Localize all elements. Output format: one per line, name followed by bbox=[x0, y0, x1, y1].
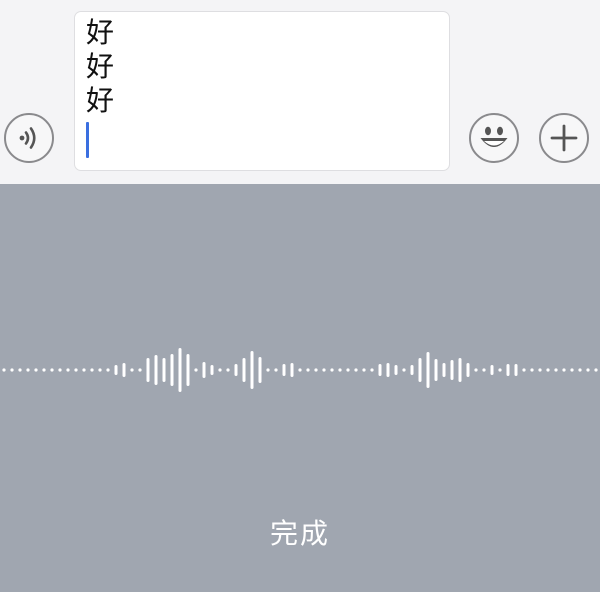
waveform-bar bbox=[514, 364, 518, 376]
waveform-dot bbox=[402, 368, 406, 372]
waveform-bar bbox=[490, 365, 494, 375]
waveform-dot bbox=[586, 368, 590, 372]
waveform-bar bbox=[506, 364, 510, 376]
waveform-dot bbox=[26, 368, 30, 372]
waveform-dot bbox=[330, 368, 334, 372]
waveform-dot bbox=[594, 368, 598, 372]
waveform-dot bbox=[298, 368, 302, 372]
waveform-dot bbox=[338, 368, 342, 372]
waveform-dot bbox=[274, 368, 278, 372]
audio-waveform bbox=[2, 348, 598, 392]
waveform-dot bbox=[578, 368, 582, 372]
waveform-bar bbox=[450, 360, 454, 380]
waveform-dot bbox=[138, 368, 142, 372]
message-line: 好 bbox=[86, 50, 115, 83]
waveform-bar bbox=[242, 358, 246, 382]
waveform-bar bbox=[410, 365, 414, 375]
done-button[interactable]: 完成 bbox=[240, 510, 360, 554]
waveform-bar bbox=[258, 357, 262, 383]
waveform-bar bbox=[458, 358, 462, 382]
waveform-bar bbox=[378, 364, 382, 376]
waveform-dot bbox=[42, 368, 46, 372]
waveform-dot bbox=[370, 368, 374, 372]
waveform-dot bbox=[18, 368, 22, 372]
waveform-bar bbox=[146, 358, 150, 382]
waveform-bar bbox=[154, 355, 158, 385]
waveform-dot bbox=[354, 368, 358, 372]
waveform-dot bbox=[322, 368, 326, 372]
waveform-dot bbox=[58, 368, 62, 372]
voice-input-panel: 完成 bbox=[0, 184, 600, 592]
waveform-dot bbox=[538, 368, 542, 372]
message-line: 好 bbox=[86, 84, 115, 117]
waveform-dot bbox=[554, 368, 558, 372]
waveform-dot bbox=[82, 368, 86, 372]
composer-bar: 好 好 好 bbox=[0, 0, 600, 184]
waveform-dot bbox=[530, 368, 534, 372]
waveform-bar bbox=[114, 365, 118, 375]
waveform-bar bbox=[186, 354, 190, 386]
waveform-dot bbox=[34, 368, 38, 372]
waveform-bar bbox=[290, 363, 294, 377]
text-cursor bbox=[86, 122, 89, 158]
smiley-icon bbox=[480, 126, 508, 147]
add-attachment-button[interactable] bbox=[539, 113, 589, 163]
waveform-bar bbox=[386, 363, 390, 377]
waveform-dot bbox=[194, 368, 198, 372]
waveform-dot bbox=[546, 368, 550, 372]
waveform-dot bbox=[98, 368, 102, 372]
waveform-bar bbox=[418, 358, 422, 382]
waveform-bar bbox=[178, 348, 182, 392]
waveform-dot bbox=[562, 368, 566, 372]
waveform-dot bbox=[314, 368, 318, 372]
waveform-dot bbox=[218, 368, 222, 372]
message-input[interactable]: 好 好 好 bbox=[74, 11, 450, 171]
waveform-bar bbox=[122, 363, 126, 377]
waveform-bar bbox=[162, 358, 166, 382]
voice-input-button[interactable] bbox=[4, 113, 54, 163]
waveform-dot bbox=[226, 368, 230, 372]
waveform-dot bbox=[570, 368, 574, 372]
waveform-dot bbox=[50, 368, 54, 372]
waveform-dot bbox=[306, 368, 310, 372]
waveform-dot bbox=[266, 368, 270, 372]
waveform-dot bbox=[522, 368, 526, 372]
waveform-dot bbox=[106, 368, 110, 372]
voice-wave-icon bbox=[19, 127, 36, 149]
waveform-bar bbox=[202, 362, 206, 378]
plus-icon bbox=[550, 124, 578, 152]
waveform-dot bbox=[474, 368, 478, 372]
message-line: 好 bbox=[86, 16, 115, 49]
waveform-bar bbox=[466, 363, 470, 377]
waveform-dot bbox=[74, 368, 78, 372]
waveform-bar bbox=[434, 359, 438, 381]
waveform-dot bbox=[2, 368, 6, 372]
waveform-bar bbox=[282, 364, 286, 376]
waveform-bar bbox=[170, 354, 174, 386]
waveform-dot bbox=[482, 368, 486, 372]
waveform-dot bbox=[66, 368, 70, 372]
waveform-bar bbox=[426, 352, 430, 388]
waveform-bar bbox=[210, 365, 214, 375]
waveform-dot bbox=[346, 368, 350, 372]
waveform-bar bbox=[394, 365, 398, 375]
waveform-dot bbox=[90, 368, 94, 372]
waveform-dot bbox=[362, 368, 366, 372]
chat-screen: 好 好 好 完成 bbox=[0, 0, 600, 592]
waveform-dot bbox=[10, 368, 14, 372]
waveform-dot bbox=[130, 368, 134, 372]
waveform-dot bbox=[498, 368, 502, 372]
emoji-button[interactable] bbox=[469, 113, 519, 163]
waveform-bar bbox=[442, 363, 446, 377]
waveform-bar bbox=[250, 351, 254, 389]
waveform-bar bbox=[234, 364, 238, 376]
